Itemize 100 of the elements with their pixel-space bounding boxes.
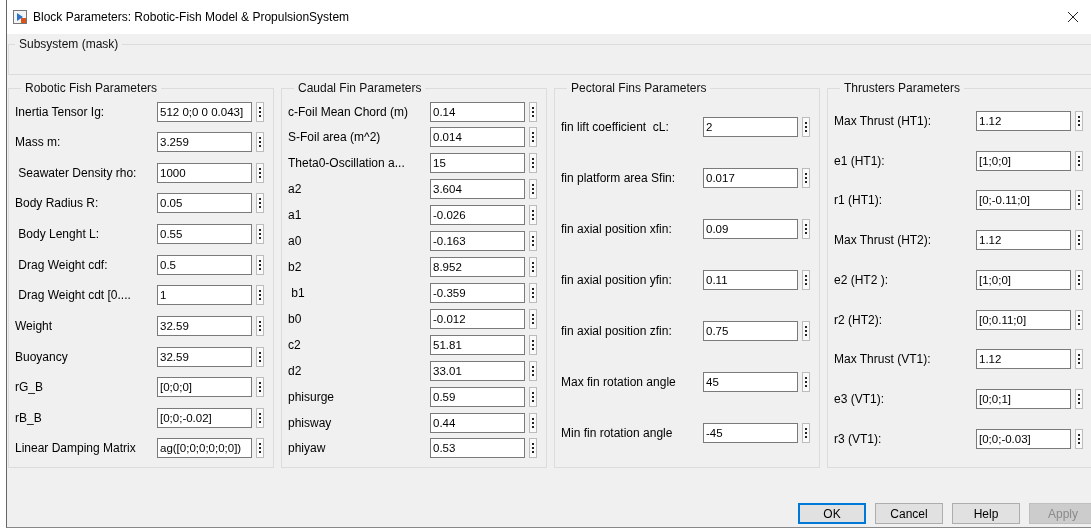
parameter-label: d2 <box>288 363 303 378</box>
parameter-field[interactable]: 0.05 <box>157 193 252 214</box>
options-button[interactable] <box>529 127 537 148</box>
parameter-field[interactable]: -0.163 <box>430 231 525 252</box>
parameter-field[interactable]: 0.53 <box>430 438 525 459</box>
parameter-field[interactable]: 1.12 <box>976 230 1071 251</box>
options-button[interactable] <box>802 423 810 444</box>
parameter-field[interactable]: 32.59 <box>157 315 252 336</box>
parameter-field[interactable]: 1000 <box>157 162 252 183</box>
parameter-label: e3 (VT1): <box>834 392 885 407</box>
parameter-field[interactable]: -0.359 <box>430 282 525 303</box>
dialog-button[interactable]: OK <box>798 503 866 524</box>
parameter-field[interactable]: 2 <box>703 116 798 137</box>
parameter-field[interactable]: 0.5 <box>157 254 252 275</box>
parameter-field[interactable]: [0;0;-0.03] <box>976 429 1071 449</box>
options-button[interactable] <box>1075 309 1083 330</box>
options-button[interactable] <box>256 193 264 214</box>
options-button[interactable] <box>802 321 810 342</box>
options-button[interactable] <box>1075 349 1083 370</box>
parameter-label: r2 (HT2): <box>834 312 883 327</box>
options-button[interactable] <box>802 167 810 188</box>
options-button[interactable] <box>529 153 537 174</box>
parameter-field[interactable]: 3.259 <box>157 132 252 153</box>
parameter-label: Weight <box>15 318 54 333</box>
options-button[interactable] <box>1075 389 1083 410</box>
dialog-button[interactable]: Cancel <box>875 503 943 524</box>
options-button[interactable] <box>256 438 264 459</box>
parameter-field[interactable]: 0.014 <box>430 127 525 148</box>
parameter-field[interactable]: 45 <box>703 372 798 393</box>
parameter-label: Body Radius R: <box>15 196 100 211</box>
options-button[interactable] <box>256 285 264 306</box>
options-button[interactable] <box>529 101 537 122</box>
parameter-field[interactable]: 8.952 <box>430 257 525 278</box>
options-button[interactable] <box>802 218 810 239</box>
options-button[interactable] <box>529 308 537 329</box>
parameter-field[interactable]: 512 0;0 0 0.043] <box>157 101 252 122</box>
parameter-field[interactable]: 51.81 <box>430 334 525 355</box>
parameter-field[interactable]: [1;0;0] <box>976 269 1071 290</box>
options-button[interactable] <box>802 116 810 137</box>
options-button[interactable] <box>529 360 537 381</box>
options-button[interactable] <box>802 372 810 393</box>
parameter-label: Max Thrust (VT1): <box>834 352 932 367</box>
parameter-field[interactable]: 0.017 <box>703 167 798 188</box>
options-button[interactable] <box>256 377 264 398</box>
parameter-field[interactable]: [0;0;-0.02] <box>157 407 252 428</box>
parameter-label: b0 <box>288 311 303 326</box>
parameter-field[interactable]: [0;0;1] <box>976 389 1071 410</box>
options-button[interactable] <box>529 257 537 278</box>
options-button[interactable] <box>529 386 537 407</box>
parameter-label: b2 <box>288 260 303 275</box>
options-button[interactable] <box>256 224 264 244</box>
options-button[interactable] <box>802 270 810 290</box>
parameter-field[interactable]: ag([0;0;0;0;0;0]) <box>157 438 252 459</box>
options-button[interactable] <box>529 205 537 226</box>
parameter-field[interactable]: 3.604 <box>430 179 525 200</box>
parameter-field[interactable]: 1.12 <box>976 349 1071 370</box>
parameter-field[interactable]: [0;0;0] <box>157 377 252 398</box>
options-button[interactable] <box>256 346 264 367</box>
parameter-field[interactable]: 0.75 <box>703 321 798 342</box>
parameter-field[interactable]: [1;0;0] <box>976 150 1071 171</box>
parameter-label: Linear Damping Matrix <box>15 441 137 456</box>
parameter-field[interactable]: 15 <box>430 153 525 174</box>
options-button[interactable] <box>256 132 264 153</box>
parameter-field[interactable]: -0.026 <box>430 205 525 226</box>
parameter-field[interactable]: -45 <box>703 423 798 444</box>
options-button[interactable] <box>1075 110 1083 131</box>
parameter-field[interactable]: 0.09 <box>703 218 798 239</box>
options-button[interactable] <box>256 101 264 122</box>
options-button[interactable] <box>529 438 537 459</box>
parameter-field[interactable]: 0.55 <box>157 224 252 244</box>
options-button[interactable] <box>256 315 264 336</box>
parameter-field[interactable]: 1.12 <box>976 110 1071 131</box>
options-button[interactable] <box>1075 190 1083 211</box>
parameter-field[interactable]: [0;0.11;0] <box>976 309 1071 330</box>
dialog-button[interactable]: Help <box>952 503 1020 524</box>
options-button[interactable] <box>529 231 537 252</box>
parameter-field[interactable]: 32.59 <box>157 346 252 367</box>
options-button[interactable] <box>1075 269 1083 290</box>
parameter-field[interactable]: 0.11 <box>703 270 798 290</box>
options-button[interactable] <box>256 162 264 183</box>
parameter-field[interactable]: 0.59 <box>430 386 525 407</box>
parameter-field[interactable]: 0.44 <box>430 412 525 433</box>
options-button[interactable] <box>1075 230 1083 251</box>
options-button[interactable] <box>1075 150 1083 171</box>
parameter-field[interactable]: 1 <box>157 285 252 306</box>
options-button[interactable] <box>529 334 537 355</box>
options-button[interactable] <box>1075 429 1083 449</box>
options-button[interactable] <box>256 407 264 428</box>
parameter-field[interactable]: 33.01 <box>430 360 525 381</box>
parameter-field[interactable]: [0;-0.11;0] <box>976 190 1071 211</box>
options-button[interactable] <box>529 282 537 303</box>
group-title: Thrusters Parameters <box>843 81 962 95</box>
mask-title: Subsystem (mask) <box>18 37 120 51</box>
options-button[interactable] <box>529 179 537 200</box>
parameter-field[interactable]: 0.14 <box>430 101 525 122</box>
options-button[interactable] <box>529 412 537 433</box>
parameter-label: Drag Weight cdt [0.... <box>17 288 132 303</box>
parameter-field[interactable]: -0.012 <box>430 308 525 329</box>
parameter-label: Buoyancy <box>15 349 69 364</box>
options-button[interactable] <box>256 254 264 275</box>
